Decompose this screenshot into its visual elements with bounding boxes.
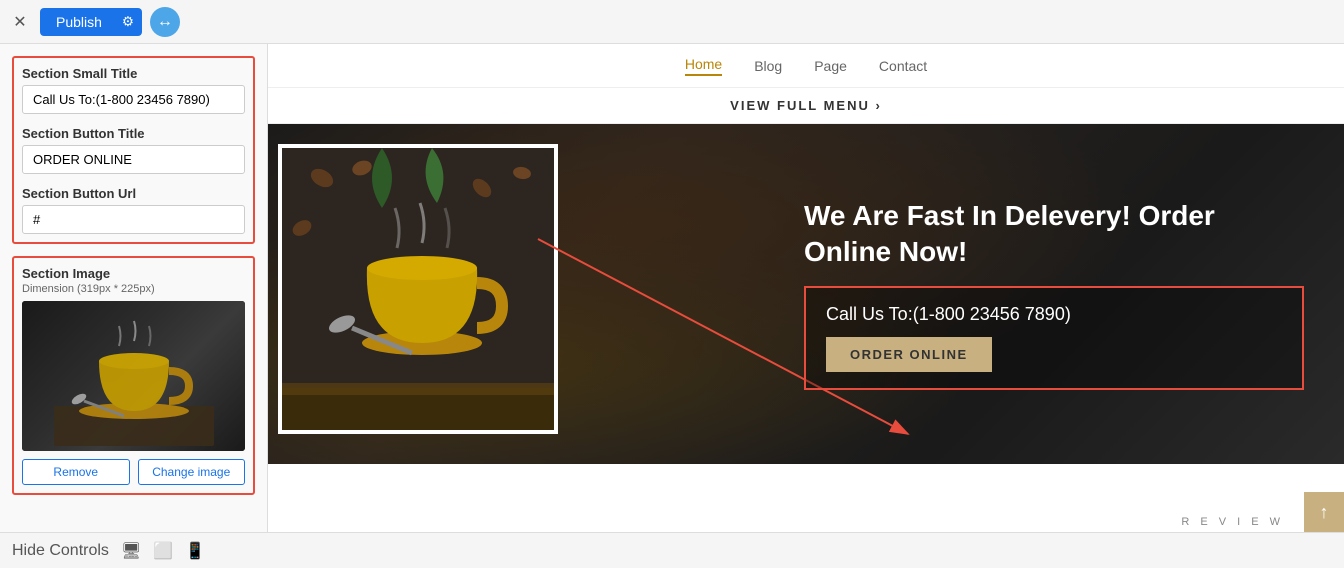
fields-section: Section Small Title Section Button Title… [12,56,255,244]
nav-page[interactable]: Page [814,58,847,74]
mobile-view-icon[interactable]: 📱 [185,541,205,561]
hero-inner-image [278,144,558,434]
top-bar: ✕ Publish ⚙ ↔ [0,0,1344,44]
navigation-icon[interactable]: ↔ [150,7,180,37]
hero-section: We Are Fast In Delevery! Order Online No… [268,124,1344,464]
image-preview [22,301,245,451]
cta-phone: Call Us To:(1-800 23456 7890) [826,304,1282,325]
button-title-input[interactable] [22,145,245,174]
coffee-image [22,301,245,451]
hide-controls-toggle[interactable]: Hide Controls [12,542,109,560]
small-title-group: Section Small Title [22,66,245,114]
change-image-button[interactable]: Change image [138,459,246,485]
cta-box: Call Us To:(1-800 23456 7890) ORDER ONLI… [804,286,1304,390]
nav-home[interactable]: Home [685,56,722,76]
hero-coffee-svg [282,148,558,434]
nav-contact[interactable]: Contact [879,58,927,74]
publish-wrapper: Publish ⚙ [40,8,142,36]
image-dimension-label: Dimension (319px * 225px) [22,283,245,295]
image-action-buttons: Remove Change image [22,459,245,485]
button-url-label: Section Button Url [22,186,245,201]
button-title-label: Section Button Title [22,126,245,141]
button-url-group: Section Button Url [22,186,245,234]
nav-blog[interactable]: Blog [754,58,782,74]
publish-button[interactable]: Publish [40,8,118,36]
button-title-group: Section Button Title [22,126,245,174]
review-text: R E V I E W [1181,516,1284,528]
button-url-input[interactable] [22,205,245,234]
left-panel: Section Small Title Section Button Title… [0,44,268,532]
preview-area: Home Blog Page Contact VIEW FULL MENU › [268,44,1344,532]
small-title-label: Section Small Title [22,66,245,81]
tablet-view-icon[interactable]: ⬜ [153,541,173,561]
desktop-view-icon[interactable]: 🖥 [121,541,141,561]
small-title-input[interactable] [22,85,245,114]
close-button[interactable]: ✕ [8,10,32,34]
remove-image-button[interactable]: Remove [22,459,130,485]
bottom-bar: Hide Controls 🖥 ⬜ 📱 [0,532,1344,568]
hero-title: We Are Fast In Delevery! Order Online No… [804,198,1304,271]
view-full-menu-bar[interactable]: VIEW FULL MENU › [268,88,1344,124]
hero-text-content: We Are Fast In Delevery! Order Online No… [804,124,1304,464]
main-content: Section Small Title Section Button Title… [0,44,1344,532]
section-image-label: Section Image [22,266,245,281]
cta-order-button[interactable]: ORDER ONLINE [826,337,992,372]
coffee-cup-svg [44,306,224,446]
scroll-to-top-button[interactable]: ↑ [1304,492,1344,532]
publish-settings-button[interactable]: ⚙ [114,8,142,36]
section-image-box: Section Image Dimension (319px * 225px) [12,256,255,495]
preview-nav: Home Blog Page Contact [268,44,1344,88]
